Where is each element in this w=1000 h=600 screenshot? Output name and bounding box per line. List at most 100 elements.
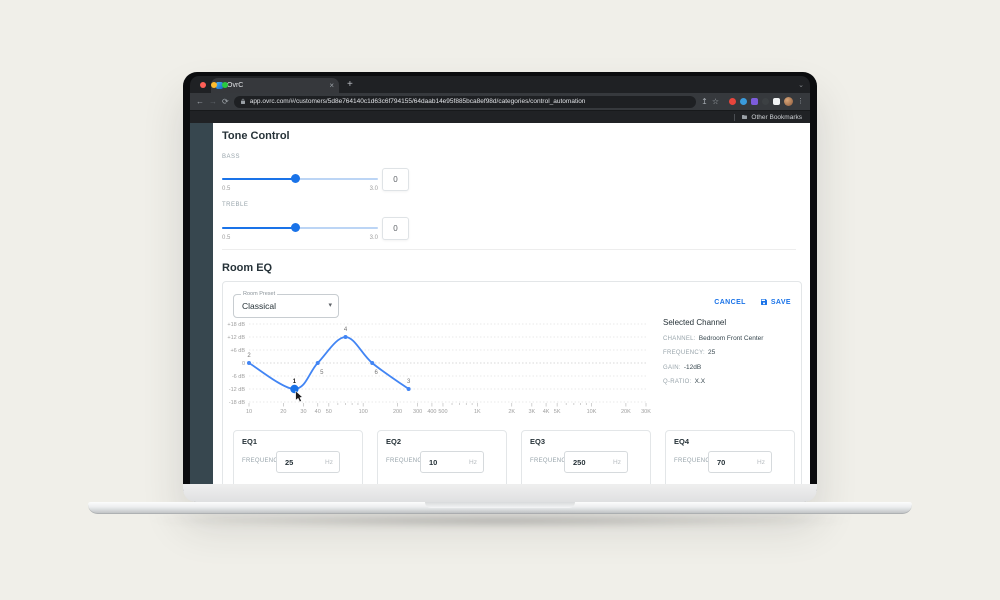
browser-tab[interactable]: OvrC × (211, 78, 339, 93)
selected-channel-title: Selected Channel (663, 318, 727, 327)
room-preset-value: Classical (242, 301, 277, 311)
svg-text:1: 1 (293, 379, 297, 385)
collapsed-sidebar[interactable] (190, 123, 213, 484)
laptop-notch (425, 502, 575, 508)
frequency-label: FREQUENCY: (663, 350, 706, 356)
other-bookmarks-button[interactable]: Other Bookmarks (734, 113, 802, 121)
treble-value-box[interactable]: 0 (382, 217, 409, 240)
browser-window: OvrC × + ⌄ ← → ⟳ app.ovrc.com/#/customer… (190, 76, 810, 484)
svg-text:+18 dB: +18 dB (227, 322, 245, 328)
gain-row: GAIN: -12dB (663, 364, 797, 371)
extension-purple-icon[interactable] (751, 98, 758, 105)
browser-toolbar: ← → ⟳ app.ovrc.com/#/customers/5d8e76414… (190, 93, 810, 110)
extension-dark-icon[interactable] (762, 98, 769, 105)
svg-text:200: 200 (393, 409, 402, 415)
channel-value: Bedroom Front Center (698, 334, 764, 342)
svg-text:500: 500 (438, 409, 447, 415)
address-bar[interactable]: app.ovrc.com/#/customers/5d8e764140c1d63… (233, 95, 697, 108)
bass-slider[interactable] (222, 174, 378, 184)
treble-range-labels: 0.5 3.0 (222, 235, 378, 241)
extension-red-icon[interactable] (729, 98, 736, 105)
toolbar-icons: ↥ ☆ ⋮ (701, 97, 804, 106)
svg-text:30K: 30K (641, 409, 651, 415)
share-icon[interactable]: ↥ (701, 97, 708, 106)
profile-avatar[interactable] (784, 97, 793, 106)
folder-icon (742, 115, 748, 119)
svg-text:30: 30 (300, 409, 306, 415)
svg-text:+6 dB: +6 dB (230, 348, 245, 354)
channel-row: CHANNEL: Bedroom Front Center (663, 335, 797, 342)
treble-min-label: 0.5 (222, 235, 231, 241)
cancel-button[interactable]: CANCEL (714, 299, 746, 306)
frequency-value: 25 (708, 349, 716, 356)
chrome-menu-icon[interactable]: ⋮ (797, 98, 804, 105)
back-icon[interactable]: ← (196, 97, 204, 106)
eq2-frequency-input[interactable]: 10 Hz (420, 451, 484, 473)
eq4-card: EQ4 FREQUENCY 70 Hz Q-RATIO (665, 430, 795, 484)
svg-text:+12 dB: +12 dB (227, 335, 245, 341)
eq1-title: EQ1 (242, 437, 258, 446)
extension-blue-icon[interactable] (740, 98, 747, 105)
close-window-button[interactable] (200, 82, 206, 88)
selected-channel-panel: Selected Channel CHANNEL: Bedroom Front … (663, 318, 797, 385)
tab-close-icon[interactable]: × (329, 81, 334, 90)
svg-text:-18 dB: -18 dB (229, 400, 246, 406)
eq4-frequency-value: 70 (717, 458, 726, 467)
q-ratio-row: Q-RATIO: X.X (663, 378, 797, 385)
treble-slider[interactable] (222, 223, 378, 233)
forward-icon[interactable]: → (209, 97, 217, 106)
treble-label: TREBLE (222, 202, 249, 208)
bookmarks-bar: Other Bookmarks (190, 110, 810, 123)
treble-max-label: 3.0 (369, 235, 378, 241)
page-viewport: Tone Control BASS 0.5 3.0 0 TREBLE 0.5 3… (190, 123, 810, 484)
bass-max-label: 3.0 (369, 186, 378, 192)
eq3-frequency-input[interactable]: 250 Hz (564, 451, 628, 473)
eq-band-row: EQ1 FREQUENCY 25 Hz Q-RATIO EQ2 (233, 430, 795, 484)
svg-text:6: 6 (375, 370, 379, 376)
svg-text:400: 400 (427, 409, 436, 415)
eq1-card: EQ1 FREQUENCY 25 Hz Q-RATIO (233, 430, 363, 484)
gain-label: GAIN: (663, 364, 681, 371)
bass-slider-thumb[interactable] (290, 174, 300, 183)
save-floppy-icon (760, 299, 767, 305)
eq3-title: EQ3 (530, 437, 546, 446)
section-divider (222, 249, 796, 250)
frequency-row: FREQUENCY: 25 (663, 349, 797, 356)
screen-bottom-bezel (183, 484, 817, 502)
laptop-screen: OvrC × + ⌄ ← → ⟳ app.ovrc.com/#/customer… (183, 72, 817, 502)
treble-slider-thumb[interactable] (290, 223, 300, 232)
treble-slider-fill (222, 227, 296, 229)
bookmark-star-icon[interactable]: ☆ (712, 97, 719, 106)
bass-value-box[interactable]: 0 (382, 168, 409, 191)
url-text: app.ovrc.com/#/customers/5d8e764140c1d63… (249, 98, 586, 105)
room-eq-card: Room Preset Classical ▾ CANCEL SAVE +18 … (222, 281, 802, 484)
minimize-window-button[interactable] (211, 82, 217, 88)
channel-label: CHANNEL: (663, 335, 696, 342)
svg-text:5K: 5K (554, 409, 561, 415)
tab-title: OvrC (227, 82, 244, 89)
svg-text:300: 300 (413, 409, 422, 415)
room-eq-chart[interactable]: +18 dB +12 dB +6 dB 0 -6 dB -12 dB -18 dB10 20 3… (223, 316, 663, 418)
svg-text:2K: 2K (508, 409, 515, 415)
q-ratio-value: X.X (694, 378, 706, 385)
lock-icon (240, 98, 245, 104)
svg-text:50: 50 (326, 409, 332, 415)
eq1-frequency-input[interactable]: 25 Hz (276, 451, 340, 473)
save-button[interactable]: SAVE (760, 298, 791, 306)
svg-text:0: 0 (242, 361, 245, 367)
card-actions: CANCEL SAVE (714, 298, 791, 306)
tab-search-chevron-icon[interactable]: ⌄ (798, 81, 804, 89)
room-preset-select[interactable]: Room Preset Classical ▾ (233, 291, 339, 318)
extension-light-icon[interactable] (773, 98, 780, 105)
eq4-frequency-input[interactable]: 70 Hz (708, 451, 772, 473)
room-eq-title: Room EQ (222, 262, 273, 274)
eq1-frequency-value: 25 (285, 458, 294, 467)
zoom-window-button[interactable] (222, 82, 228, 88)
svg-text:3: 3 (407, 379, 411, 385)
reload-icon[interactable]: ⟳ (222, 97, 229, 106)
new-tab-button[interactable]: + (347, 80, 353, 90)
desk-background: OvrC × + ⌄ ← → ⟳ app.ovrc.com/#/customer… (0, 0, 1000, 600)
eq3-card: EQ3 FREQUENCY 250 Hz Q-RATIO (521, 430, 651, 484)
q-ratio-label: Q-RATIO: (663, 379, 692, 385)
bass-slider-fill (222, 178, 296, 180)
